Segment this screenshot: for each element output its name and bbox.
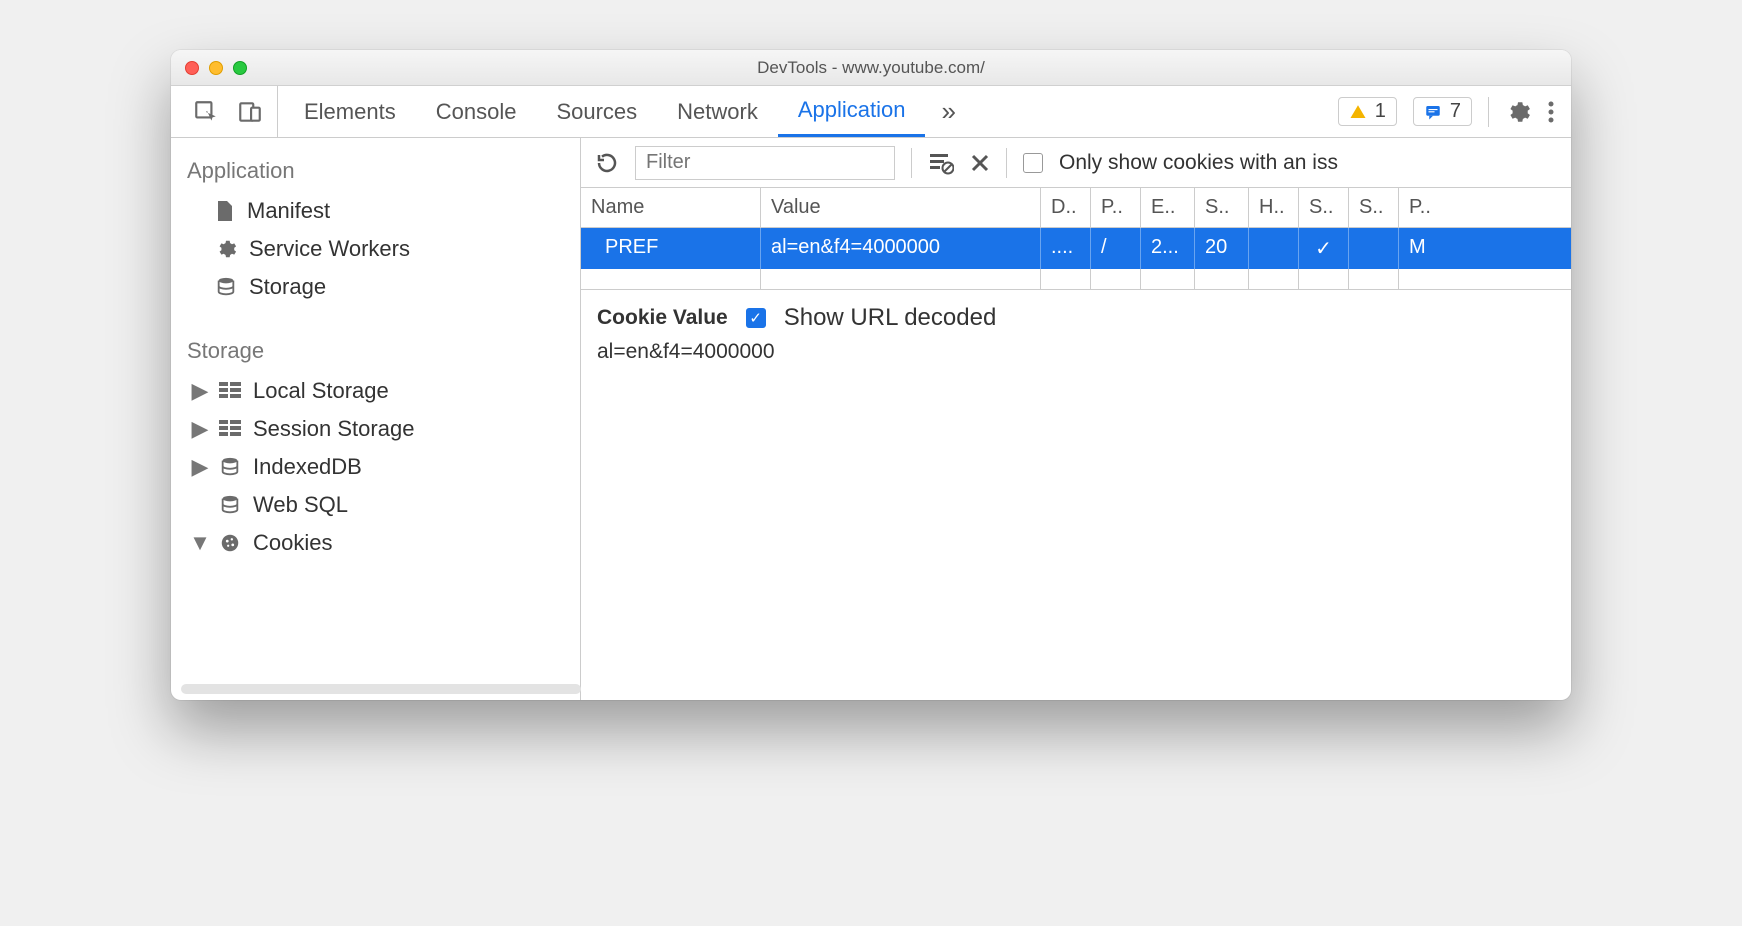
sidebar-item-storage[interactable]: Storage — [171, 268, 580, 306]
cookie-icon — [219, 532, 241, 554]
sidebar-item-service-workers[interactable]: Service Workers — [171, 230, 580, 268]
window-title: DevTools - www.youtube.com/ — [171, 58, 1571, 78]
table-header: Name Value D.. P.. E.. S.. H.. S.. S.. P… — [581, 188, 1571, 228]
detail-heading: Cookie Value — [597, 306, 728, 330]
file-icon — [215, 199, 235, 223]
table-row[interactable]: PREF al=en&f4=4000000 .... / 2... 20 ✓ M — [581, 228, 1571, 269]
cookies-table: Name Value D.. P.. E.. S.. H.. S.. S.. P… — [581, 188, 1571, 290]
col-priority[interactable]: P.. — [1399, 188, 1449, 227]
refresh-icon[interactable] — [595, 151, 619, 175]
gear-icon — [215, 238, 237, 260]
tab-sources[interactable]: Sources — [536, 86, 657, 137]
caret-right-icon: ▶ — [193, 378, 207, 404]
devtools-window: DevTools - www.youtube.com/ Elements Con… — [171, 50, 1571, 700]
sidebar-item-indexeddb[interactable]: ▶ IndexedDB — [171, 448, 580, 486]
only-issues-label: Only show cookies with an iss — [1059, 151, 1338, 175]
col-httponly[interactable]: H.. — [1249, 188, 1299, 227]
clear-filtered-icon[interactable] — [928, 151, 954, 175]
titlebar: DevTools - www.youtube.com/ — [171, 50, 1571, 86]
sidebar-item-websql[interactable]: ▶ Web SQL — [171, 486, 580, 524]
col-name[interactable]: Name — [581, 188, 761, 227]
database-icon — [215, 276, 237, 298]
section-application-title: Application — [171, 150, 580, 192]
sidebar-item-manifest[interactable]: Manifest — [171, 192, 580, 230]
col-expires[interactable]: E.. — [1141, 188, 1195, 227]
sidebar-item-local-storage[interactable]: ▶ Local Storage — [171, 372, 580, 410]
grid-icon — [219, 420, 241, 438]
main-panel: Only show cookies with an iss Name Value… — [581, 138, 1571, 700]
only-issues-checkbox[interactable] — [1023, 153, 1043, 173]
tab-application[interactable]: Application — [778, 86, 926, 137]
tab-console[interactable]: Console — [416, 86, 537, 137]
maximize-icon[interactable] — [233, 61, 247, 75]
database-icon — [219, 494, 241, 516]
sidebar-item-session-storage[interactable]: ▶ Session Storage — [171, 410, 580, 448]
panel-tabs: Elements Console Sources Network Applica… — [284, 86, 925, 137]
caret-right-icon: ▶ — [193, 454, 207, 480]
close-icon[interactable] — [185, 61, 199, 75]
caret-down-icon: ▼ — [193, 530, 207, 556]
horizontal-scrollbar[interactable] — [181, 684, 581, 694]
caret-right-icon: ▶ — [193, 416, 207, 442]
device-toggle-icon[interactable] — [237, 99, 263, 125]
database-icon — [219, 456, 241, 478]
col-samesite[interactable]: S.. — [1349, 188, 1399, 227]
warnings-badge[interactable]: 1 — [1338, 97, 1397, 126]
window-controls — [185, 61, 247, 75]
grid-icon — [219, 382, 241, 400]
more-tabs-icon[interactable]: » — [925, 96, 971, 127]
delete-icon[interactable] — [970, 153, 990, 173]
settings-gear-icon[interactable] — [1505, 99, 1531, 125]
sidebar: Application Manifest Service Workers Sto… — [171, 138, 581, 700]
col-secure[interactable]: S.. — [1299, 188, 1349, 227]
messages-count: 7 — [1450, 100, 1461, 123]
table-row-empty — [581, 269, 1571, 289]
tab-elements[interactable]: Elements — [284, 86, 416, 137]
cookie-value-text: al=en&f4=4000000 — [597, 340, 1555, 364]
cookie-detail: Cookie Value Show URL decoded al=en&f4=4… — [581, 290, 1571, 378]
minimize-icon[interactable] — [209, 61, 223, 75]
messages-badge[interactable]: 7 — [1413, 97, 1472, 126]
section-storage-title: Storage — [171, 330, 580, 372]
col-value[interactable]: Value — [761, 188, 1041, 227]
col-path[interactable]: P.. — [1091, 188, 1141, 227]
url-decoded-label: Show URL decoded — [784, 304, 997, 332]
sidebar-item-cookies[interactable]: ▼ Cookies — [171, 524, 580, 562]
col-size[interactable]: S.. — [1195, 188, 1249, 227]
warnings-count: 1 — [1375, 100, 1386, 123]
tab-network[interactable]: Network — [657, 86, 778, 137]
inspect-icon[interactable] — [193, 99, 219, 125]
top-tabbar: Elements Console Sources Network Applica… — [171, 86, 1571, 138]
filter-input[interactable] — [635, 146, 895, 180]
col-domain[interactable]: D.. — [1041, 188, 1091, 227]
url-decoded-checkbox[interactable] — [746, 308, 766, 328]
kebab-menu-icon[interactable] — [1547, 100, 1555, 124]
cookie-toolbar: Only show cookies with an iss — [581, 138, 1571, 188]
